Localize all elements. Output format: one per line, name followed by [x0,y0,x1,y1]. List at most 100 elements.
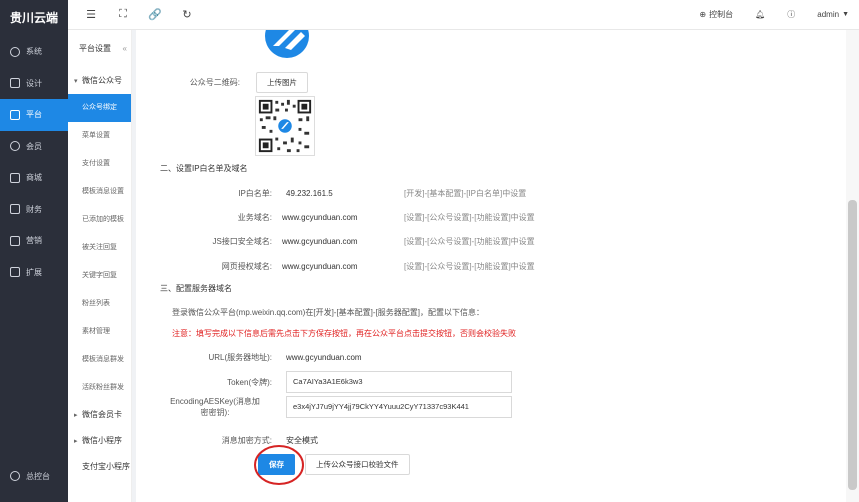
page-scrollbar[interactable] [846,30,859,502]
group-label: 微信小程序 [82,436,122,445]
gear-icon [10,46,20,57]
nav-item-extend[interactable]: 扩展 [0,257,68,289]
nav-item-platform[interactable]: 平台 [0,99,68,131]
extend-icon [10,267,20,278]
js-domain-label: JS接口安全域名: [212,237,272,246]
sub-item[interactable]: 公众号绑定 [68,94,131,122]
finance-icon [10,204,20,215]
control-panel-link[interactable]: ⊕ 控制台 [699,9,733,20]
group-label: 支付宝小程序 [82,462,130,471]
aes-key-input[interactable]: e3x4jYJ7u9jYY4jj79CkYY4Yuuu2CyY71337c93K… [286,396,512,418]
sub-item[interactable]: 模板消息群发 [68,346,131,374]
server-config-desc: 登录微信公众平台(mp.weixin.qq.com)在[开发]-[基本配置]-[… [172,308,485,317]
user-menu[interactable]: admin ▼ [817,10,849,19]
nav-item-shop[interactable]: 商城 [0,162,68,194]
ip-value: 49.232.161.5 [286,189,333,198]
aes-label-line2: 密密钥): [200,408,230,417]
sub-item[interactable]: 活跃粉丝群发 [68,374,131,402]
token-row: Token(令牌): Ca7AIYa3A1E6k3w3 [166,371,512,393]
nav-label: 总控台 [26,471,50,481]
sub-sidebar-title: 平台设置 « [68,30,131,68]
caret-right-icon: ▸ [74,412,78,419]
sub-item[interactable]: 模板消息设置 [68,178,131,206]
section-ip-whitelist-title: 二、设置IP白名单及域名 [160,164,248,173]
brand-logo: 贵川云端 [9,11,58,25]
business-domain-row: 业务域名: www.gcyunduan.com [设置]-[公众号设置]-[功能… [166,212,535,223]
fullscreen-icon[interactable]: ⛶ [117,8,129,21]
nav-label: 商城 [26,173,42,183]
sub-item[interactable]: 素材管理 [68,318,131,346]
qr-row: 公众号二维码: 上传图片 [186,72,308,93]
nav-label: 平台 [26,110,42,120]
menu-toggle-icon[interactable]: ☰ [85,9,97,21]
link-icon[interactable]: 🔗 [148,9,162,21]
url-label: URL(服务器地址): [208,353,272,362]
server-config-warning: 注意：填写完成以下信息后需先点击下方保存按钮，再在公众平台点击提交按钮，否则会校… [172,329,516,338]
nav-item-marketing[interactable]: 营销 [0,225,68,257]
upload-image-button[interactable]: 上传图片 [256,72,308,93]
nav-item-system[interactable]: 系统 [0,36,68,68]
ip-label: IP白名单: [238,189,272,198]
sub-item[interactable]: 关键字回复 [68,262,131,290]
section-server-config-title: 三、配置服务器域名 [160,284,232,293]
ip-hint: [开发]-[基本配置]-[IP白名单]中设置 [404,189,527,198]
scrollbar-thumb[interactable] [848,200,857,490]
nav-item-design[interactable]: 设计 [0,68,68,100]
nav-label: 会员 [26,141,42,151]
js-domain-hint: [设置]-[公众号设置]-[功能设置]中设置 [404,237,535,246]
username: admin [817,10,840,19]
collapse-icon[interactable]: « [123,30,127,68]
sub-item[interactable]: 已添加的模板 [68,206,131,234]
nav-label: 财务 [26,204,42,214]
sub-item[interactable]: 被关注回复 [68,234,131,262]
group-label: 微信会员卡 [82,410,122,419]
group-alipay-mini[interactable]: 支付宝小程序 [68,454,131,480]
official-account-logo [265,30,309,58]
aes-label-line1: EncodingAESKey(消息加 [170,397,260,406]
bell-icon[interactable]: 🔔︎ [755,10,765,19]
aes-label: EncodingAESKey(消息加 密密钥): [158,396,272,418]
business-domain-label: 业务域名: [237,213,272,222]
main-sidebar: 贵川云端 系统 设计 平台 会员 商城 财务 营销 扩展 总控台 [0,0,68,502]
highlight-circle [254,445,304,485]
auth-domain-row: 网页授权域名: www.gcyunduan.com [设置]-[公众号设置]-[… [166,261,535,272]
js-domain-value: www.gcyunduan.com [282,237,358,246]
sub-sidebar-title-text: 平台设置 [79,44,111,53]
shop-icon [10,172,20,183]
business-domain-value: www.gcyunduan.com [282,213,358,222]
token-label: Token(令牌): [227,377,272,387]
design-icon [10,78,20,89]
refresh-icon[interactable]: ↻ [181,9,193,21]
ip-row: IP白名单: 49.232.161.5 [开发]-[基本配置]-[IP白名单]中… [166,188,526,199]
url-value: www.gcyunduan.com [286,353,362,362]
aes-row: EncodingAESKey(消息加 密密钥): e3x4jYJ7u9jYY4jj… [158,396,512,418]
group-wechat-official[interactable]: ▾ 微信公众号 [68,68,131,94]
nav-label: 营销 [26,236,42,246]
upload-verify-file-button[interactable]: 上传公众号接口校验文件 [305,454,410,475]
auth-domain-value: www.gcyunduan.com [282,262,358,271]
globe-icon: ⊕ [699,10,707,19]
nav-item-member[interactable]: 会员 [0,131,68,163]
sub-item[interactable]: 粉丝列表 [68,290,131,318]
qr-label: 公众号二维码: [189,78,240,87]
group-wechat-card[interactable]: ▸ 微信会员卡 [68,402,131,428]
group-label: 微信公众号 [82,76,122,85]
user-icon [10,141,20,152]
sub-item[interactable]: 支付设置 [68,150,131,178]
nav-item-console[interactable]: 总控台 [10,461,50,493]
console-icon [10,471,20,482]
nav-label: 系统 [26,47,42,57]
sub-item[interactable]: 菜单设置 [68,122,131,150]
auth-domain-hint: [设置]-[公众号设置]-[功能设置]中设置 [404,262,535,271]
group-mini-program[interactable]: ▸ 微信小程序 [68,428,131,454]
nav-label: 设计 [26,78,42,88]
auth-domain-label: 网页授权域名: [221,262,272,271]
url-row: URL(服务器地址): www.gcyunduan.com [166,352,362,363]
help-icon[interactable]: ⓘ [787,9,795,20]
nav-label: 扩展 [26,267,42,277]
main-content: 公众号二维码: 上传图片 二、设置IP白名单及域名 IP白名单: 49.232.… [136,30,846,502]
nav-item-finance[interactable]: 财务 [0,194,68,226]
caret-down-icon: ▼ [842,11,849,18]
token-input[interactable]: Ca7AIYa3A1E6k3w3 [286,371,512,393]
control-panel-label: 控制台 [709,10,734,19]
